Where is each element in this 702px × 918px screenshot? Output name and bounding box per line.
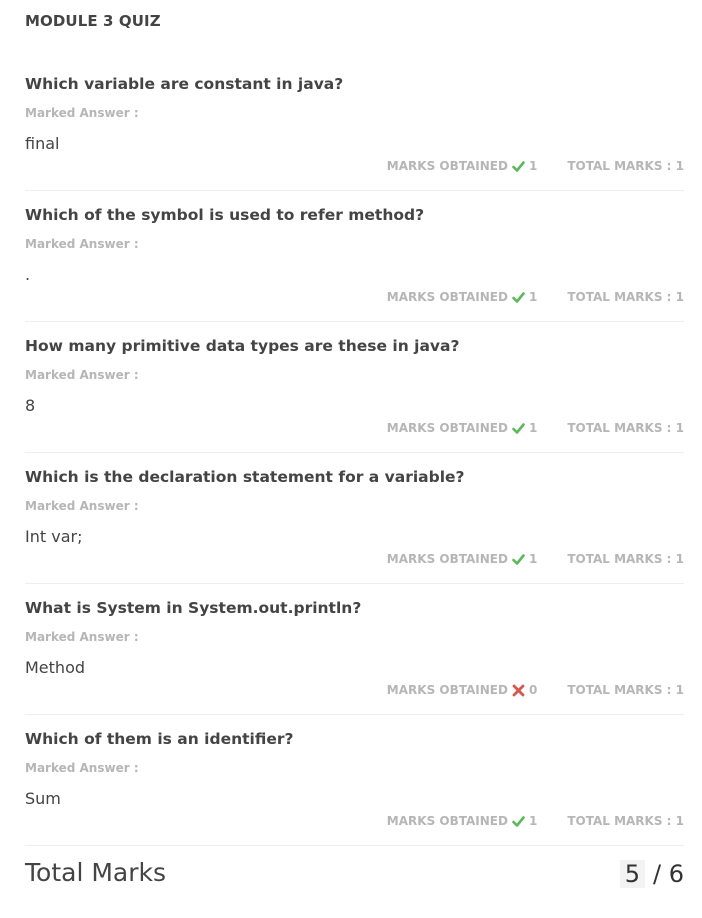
marks-obtained-label: MARKS OBTAINED — [386, 683, 508, 697]
total-marks-value: 1 — [675, 683, 684, 697]
marks-obtained-value: 1 — [528, 552, 538, 566]
marks-obtained-value: 1 — [528, 290, 538, 304]
marked-answer-label: Marked Answer : — [25, 237, 139, 251]
total-score-obtained: 5 — [619, 860, 646, 888]
marked-answer-label: Marked Answer : — [25, 761, 139, 775]
total-marks-label-small: TOTAL MARKS : 1 — [567, 159, 684, 173]
question-text: Which of the symbol is used to refer met… — [25, 206, 425, 224]
check-icon — [512, 291, 525, 304]
total-marks-label-small: TOTAL MARKS : 1 — [567, 421, 684, 435]
total-marks-value: 1 — [675, 814, 684, 828]
marks-obtained-value: 1 — [528, 814, 538, 828]
total-marks-label-small: TOTAL MARKS : 1 — [567, 683, 684, 697]
marked-answer-label: Marked Answer : — [25, 368, 139, 382]
question-item: What is System in System.out.println? Mar… — [25, 584, 684, 715]
total-marks-row: Total Marks 5 / 6 — [25, 848, 684, 898]
marks-obtained-label: MARKS OBTAINED — [386, 159, 508, 173]
question-text: How many primitive data types are these … — [25, 337, 460, 355]
marks-row: MARKS OBTAINED 1 TOTAL MARKS : 1 — [387, 552, 684, 566]
marked-answer-label: Marked Answer : — [25, 499, 139, 513]
total-marks-prefix: TOTAL MARKS : — [567, 421, 672, 435]
total-marks-label-small: TOTAL MARKS : 1 — [567, 290, 684, 304]
total-marks-prefix: TOTAL MARKS : — [567, 290, 672, 304]
question-item: Which of the symbol is used to refer met… — [25, 191, 684, 322]
marks-obtained-value: 1 — [528, 421, 538, 435]
marks-obtained-value: 1 — [528, 159, 538, 173]
question-item: Which of them is an identifier? Marked An… — [25, 715, 684, 846]
marks-row: MARKS OBTAINED 1 TOTAL MARKS : 1 — [387, 290, 684, 304]
total-marks-value: 1 — [675, 159, 684, 173]
marked-answer-value: 8 — [25, 396, 36, 415]
check-icon — [512, 160, 525, 173]
check-icon — [512, 815, 525, 828]
total-score: 5 / 6 — [619, 860, 684, 888]
marks-obtained-label: MARKS OBTAINED — [386, 421, 508, 435]
question-item: Which is the declaration statement for a… — [25, 453, 684, 584]
marked-answer-label: Marked Answer : — [25, 630, 139, 644]
question-item: Which variable are constant in java? Mark… — [25, 60, 684, 191]
total-score-max: / 6 — [653, 860, 684, 888]
marks-row: MARKS OBTAINED 1 TOTAL MARKS : 1 — [387, 159, 684, 173]
question-list: Which variable are constant in java? Mark… — [25, 60, 684, 846]
marked-answer-value: . — [25, 265, 31, 284]
question-text: Which variable are constant in java? — [25, 75, 344, 93]
marks-obtained-label: MARKS OBTAINED — [386, 290, 508, 304]
question-text: What is System in System.out.println? — [25, 599, 362, 617]
marked-answer-value: Method — [25, 658, 86, 677]
marked-answer-value: final — [25, 134, 60, 153]
total-marks-value: 1 — [675, 552, 684, 566]
question-item: How many primitive data types are these … — [25, 322, 684, 453]
total-marks-label: Total Marks — [25, 858, 167, 887]
cross-icon — [512, 684, 525, 697]
question-text: Which of them is an identifier? — [25, 730, 294, 748]
check-icon — [512, 553, 525, 566]
total-marks-value: 1 — [675, 290, 684, 304]
marked-answer-value: Int var; — [25, 527, 83, 546]
total-marks-prefix: TOTAL MARKS : — [567, 683, 672, 697]
marks-obtained-value: 0 — [528, 683, 538, 697]
marks-obtained-label: MARKS OBTAINED — [386, 814, 508, 828]
marks-obtained-label: MARKS OBTAINED — [386, 552, 508, 566]
quiz-title: MODULE 3 QUIZ — [25, 12, 161, 30]
marks-row: MARKS OBTAINED 1 TOTAL MARKS : 1 — [387, 421, 684, 435]
marks-row: MARKS OBTAINED 0 TOTAL MARKS : 1 — [387, 683, 684, 697]
marks-row: MARKS OBTAINED 1 TOTAL MARKS : 1 — [387, 814, 684, 828]
marked-answer-value: Sum — [25, 789, 61, 808]
total-marks-value: 1 — [675, 421, 684, 435]
marked-answer-label: Marked Answer : — [25, 106, 139, 120]
check-icon — [512, 422, 525, 435]
question-text: Which is the declaration statement for a… — [25, 468, 465, 486]
total-marks-prefix: TOTAL MARKS : — [567, 814, 672, 828]
total-marks-prefix: TOTAL MARKS : — [567, 159, 672, 173]
total-marks-label-small: TOTAL MARKS : 1 — [567, 552, 684, 566]
total-marks-label-small: TOTAL MARKS : 1 — [567, 814, 684, 828]
total-marks-prefix: TOTAL MARKS : — [567, 552, 672, 566]
